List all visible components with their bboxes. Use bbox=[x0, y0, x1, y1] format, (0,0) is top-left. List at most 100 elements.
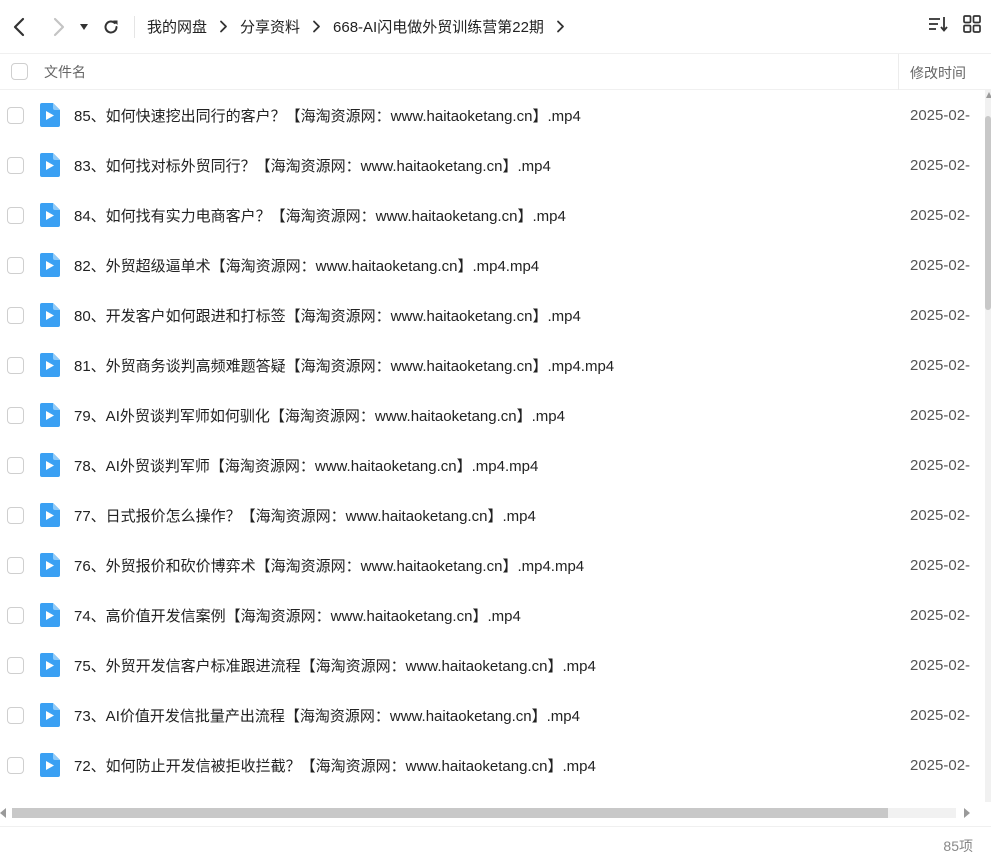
file-modified-time: 2025-02- bbox=[910, 706, 971, 724]
file-modified-time: 2025-02- bbox=[910, 306, 971, 324]
file-row[interactable]: 85、如何快速挖出同行的客户？【海淘资源网：www.haitaoketang.c… bbox=[0, 90, 985, 140]
column-header-modified-time[interactable]: 修改时间 bbox=[910, 63, 966, 83]
file-name[interactable]: 74、高价值开发信案例【海淘资源网：www.haitaoketang.cn】.m… bbox=[74, 605, 521, 626]
back-button[interactable] bbox=[4, 12, 34, 42]
list-header: 文件名 修改时间 bbox=[0, 54, 991, 90]
file-row[interactable]: 84、如何找有实力电商客户？【海淘资源网：www.haitaoketang.cn… bbox=[0, 190, 985, 240]
chevron-right-icon[interactable] bbox=[556, 20, 565, 33]
file-row[interactable]: 72、如何防止开发信被拒收拦截？【海淘资源网：www.haitaoketang.… bbox=[0, 740, 985, 790]
refresh-button[interactable] bbox=[96, 12, 126, 42]
file-name[interactable]: 80、开发客户如何跟进和打标签【海淘资源网：www.haitaoketang.c… bbox=[74, 305, 581, 326]
file-checkbox[interactable] bbox=[7, 106, 24, 124]
file-checkbox[interactable] bbox=[7, 256, 24, 274]
scroll-up-arrow-icon[interactable] bbox=[986, 92, 991, 98]
file-checkbox[interactable] bbox=[7, 456, 24, 474]
file-row[interactable]: 80、开发客户如何跟进和打标签【海淘资源网：www.haitaoketang.c… bbox=[0, 290, 985, 340]
video-file-icon bbox=[40, 103, 60, 127]
file-modified-time: 2025-02- bbox=[910, 556, 971, 574]
scroll-right-arrow-icon[interactable] bbox=[964, 808, 970, 818]
file-checkbox[interactable] bbox=[7, 656, 24, 674]
file-modified-time: 2025-02- bbox=[910, 506, 971, 524]
file-name[interactable]: 83、如何找对标外贸同行？【海淘资源网：www.haitaoketang.cn】… bbox=[74, 155, 551, 176]
file-modified-time: 2025-02- bbox=[910, 256, 971, 274]
file-row[interactable]: 73、AI价值开发信批量产出流程【海淘资源网：www.haitaoketang.… bbox=[0, 690, 985, 740]
file-row[interactable]: 82、外贸超级逼单术【海淘资源网：www.haitaoketang.cn】.mp… bbox=[0, 240, 985, 290]
file-checkbox[interactable] bbox=[7, 706, 24, 724]
sort-button[interactable] bbox=[927, 13, 949, 35]
file-checkbox[interactable] bbox=[7, 556, 24, 574]
vertical-scrollbar[interactable] bbox=[985, 90, 991, 802]
file-row[interactable]: 83、如何找对标外贸同行？【海淘资源网：www.haitaoketang.cn】… bbox=[0, 140, 985, 190]
file-checkbox[interactable] bbox=[7, 406, 24, 424]
file-checkbox[interactable] bbox=[7, 156, 24, 174]
horizontal-scrollbar[interactable] bbox=[0, 804, 991, 822]
file-name[interactable]: 81、外贸商务谈判高频难题答疑【海淘资源网：www.haitaoketang.c… bbox=[74, 355, 614, 376]
file-modified-time: 2025-02- bbox=[910, 456, 971, 474]
file-name[interactable]: 76、外贸报价和砍价博弈术【海淘资源网：www.haitaoketang.cn】… bbox=[74, 555, 584, 576]
file-checkbox[interactable] bbox=[7, 206, 24, 224]
video-file-icon bbox=[40, 303, 60, 327]
file-checkbox[interactable] bbox=[7, 756, 24, 774]
toolbar-actions bbox=[927, 13, 983, 35]
view-mode-button[interactable] bbox=[961, 13, 983, 35]
file-name[interactable]: 72、如何防止开发信被拒收拦截？【海淘资源网：www.haitaoketang.… bbox=[74, 755, 596, 776]
file-name[interactable]: 82、外贸超级逼单术【海淘资源网：www.haitaoketang.cn】.mp… bbox=[74, 255, 539, 276]
file-row[interactable]: 78、AI外贸谈判军师【海淘资源网：www.haitaoketang.cn】.m… bbox=[0, 440, 985, 490]
sort-icon bbox=[929, 17, 948, 32]
breadcrumb-item-my-drive[interactable]: 我的网盘 bbox=[147, 16, 207, 37]
refresh-icon bbox=[104, 20, 118, 33]
file-modified-time: 2025-02- bbox=[910, 656, 971, 674]
status-bar: 85项 bbox=[0, 826, 991, 856]
video-file-icon bbox=[40, 553, 60, 577]
caret-down-icon bbox=[80, 23, 88, 30]
chevron-right-icon bbox=[312, 20, 321, 33]
file-name[interactable]: 73、AI价值开发信批量产出流程【海淘资源网：www.haitaoketang.… bbox=[74, 705, 580, 726]
select-all-checkbox[interactable] bbox=[11, 63, 28, 80]
file-row[interactable]: 75、外贸开发信客户标准跟进流程【海淘资源网：www.haitaoketang.… bbox=[0, 640, 985, 690]
file-row[interactable]: 79、AI外贸谈判军师如何驯化【海淘资源网：www.haitaoketang.c… bbox=[0, 390, 985, 440]
file-name[interactable]: 77、日式报价怎么操作？【海淘资源网：www.haitaoketang.cn】.… bbox=[74, 505, 536, 526]
file-modified-time: 2025-02- bbox=[910, 106, 971, 124]
file-checkbox[interactable] bbox=[7, 356, 24, 374]
toolbar-separator bbox=[134, 15, 135, 38]
file-checkbox[interactable] bbox=[7, 506, 24, 524]
chevron-left-icon bbox=[13, 17, 25, 36]
chevron-right-icon bbox=[219, 20, 228, 33]
file-modified-time: 2025-02- bbox=[910, 206, 971, 224]
column-header-name[interactable]: 文件名 bbox=[44, 62, 86, 82]
column-divider[interactable] bbox=[898, 54, 899, 90]
file-name[interactable]: 75、外贸开发信客户标准跟进流程【海淘资源网：www.haitaoketang.… bbox=[74, 655, 596, 676]
breadcrumb-item-current-folder[interactable]: 668-AI闪电做外贸训练营第22期 bbox=[333, 16, 544, 37]
video-file-icon bbox=[40, 403, 60, 427]
forward-button[interactable] bbox=[44, 12, 74, 42]
video-file-icon bbox=[40, 353, 60, 377]
file-modified-time: 2025-02- bbox=[910, 406, 971, 424]
file-checkbox[interactable] bbox=[7, 606, 24, 624]
video-file-icon bbox=[40, 603, 60, 627]
file-browser-window: 我的网盘 分享资料 668-AI闪电做外贸训练营第22期 文件名 修改时间 85… bbox=[0, 0, 991, 856]
history-dropdown-button[interactable] bbox=[76, 12, 92, 42]
file-name[interactable]: 79、AI外贸谈判军师如何驯化【海淘资源网：www.haitaoketang.c… bbox=[74, 405, 565, 426]
file-row[interactable]: 81、外贸商务谈判高频难题答疑【海淘资源网：www.haitaoketang.c… bbox=[0, 340, 985, 390]
scroll-left-arrow-icon[interactable] bbox=[0, 808, 6, 818]
horizontal-scrollbar-thumb[interactable] bbox=[12, 808, 888, 818]
video-file-icon bbox=[40, 503, 60, 527]
video-file-icon bbox=[40, 253, 60, 277]
video-file-icon bbox=[40, 153, 60, 177]
file-modified-time: 2025-02- bbox=[910, 756, 971, 774]
breadcrumb-item-shared[interactable]: 分享资料 bbox=[240, 16, 300, 37]
file-checkbox[interactable] bbox=[7, 306, 24, 324]
file-name[interactable]: 85、如何快速挖出同行的客户？【海淘资源网：www.haitaoketang.c… bbox=[74, 105, 581, 126]
video-file-icon bbox=[40, 753, 60, 777]
grid-view-icon bbox=[963, 15, 981, 33]
item-count: 85项 bbox=[943, 838, 973, 854]
video-file-icon bbox=[40, 653, 60, 677]
file-row[interactable]: 76、外贸报价和砍价博弈术【海淘资源网：www.haitaoketang.cn】… bbox=[0, 540, 985, 590]
file-name[interactable]: 78、AI外贸谈判军师【海淘资源网：www.haitaoketang.cn】.m… bbox=[74, 455, 538, 476]
file-row[interactable]: 77、日式报价怎么操作？【海淘资源网：www.haitaoketang.cn】.… bbox=[0, 490, 985, 540]
vertical-scrollbar-thumb[interactable] bbox=[985, 116, 991, 310]
file-row[interactable]: 74、高价值开发信案例【海淘资源网：www.haitaoketang.cn】.m… bbox=[0, 590, 985, 640]
breadcrumb: 我的网盘 分享资料 668-AI闪电做外贸训练营第22期 bbox=[147, 16, 577, 37]
video-file-icon bbox=[40, 703, 60, 727]
file-name[interactable]: 84、如何找有实力电商客户？【海淘资源网：www.haitaoketang.cn… bbox=[74, 205, 566, 226]
